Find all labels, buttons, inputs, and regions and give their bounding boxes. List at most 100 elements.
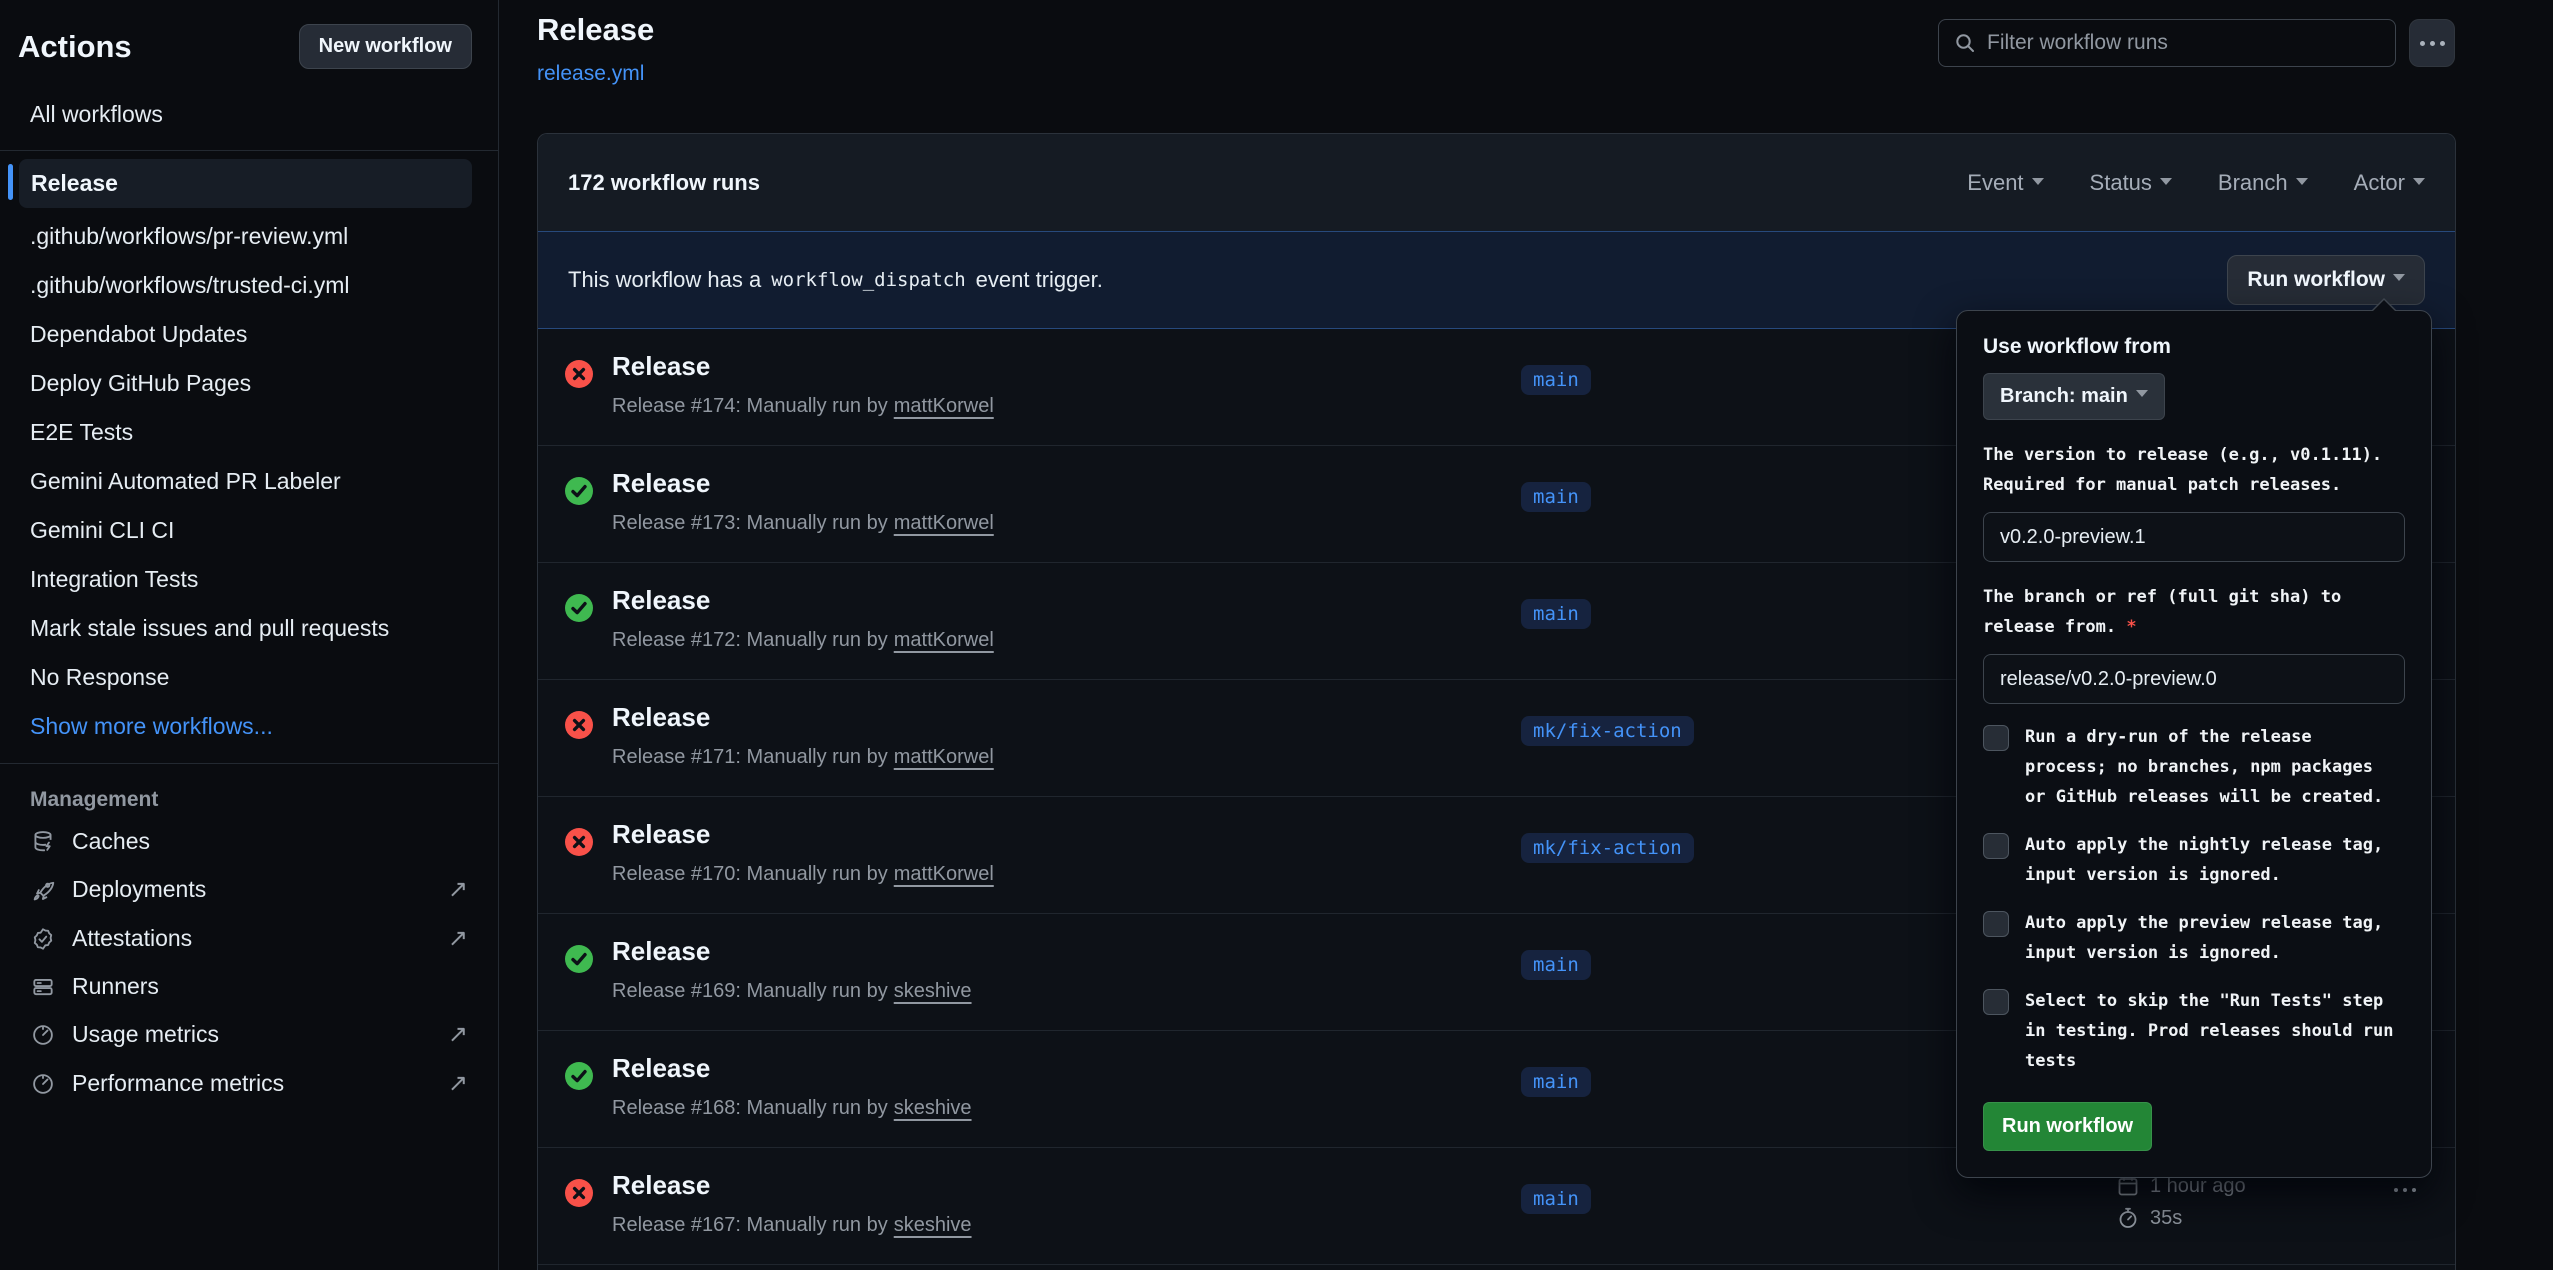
- skip-tests-checkbox[interactable]: [1983, 989, 2009, 1015]
- workflow-file-link[interactable]: release.yml: [537, 62, 644, 86]
- gauge-icon: [30, 1022, 56, 1048]
- chevron-down-icon: [2160, 178, 2172, 191]
- sidebar-item-performance-metrics[interactable]: Performance metrics ↗: [0, 1059, 498, 1108]
- kebab-icon: [2394, 1188, 2398, 1192]
- version-input-description: The version to release (e.g., v0.1.11). …: [1983, 440, 2405, 500]
- actor-link[interactable]: skeshive: [894, 980, 972, 1002]
- run-title-link[interactable]: Release: [612, 468, 710, 499]
- sidebar-item-label: Caches: [72, 828, 150, 855]
- external-link-icon: ↗: [448, 1020, 468, 1049]
- run-title-link[interactable]: Release: [612, 936, 710, 967]
- sidebar-item-label: Deployments: [72, 876, 206, 903]
- sidebar-item-workflow[interactable]: No Response: [0, 653, 498, 702]
- kebab-icon: [2412, 1188, 2416, 1192]
- status-icon: [565, 360, 593, 388]
- sidebar-item-workflow[interactable]: Deploy GitHub Pages: [0, 359, 498, 408]
- branch-badge[interactable]: main: [1521, 482, 1591, 512]
- runs-count: 172 workflow runs: [568, 170, 760, 196]
- ref-input[interactable]: [1983, 654, 2405, 704]
- run-description: Release #167: Manually run byskeshive: [612, 1214, 972, 1237]
- status-icon: [565, 828, 593, 856]
- sidebar-item-workflow[interactable]: .github/workflows/trusted-ci.yml: [0, 261, 498, 310]
- branch-badge[interactable]: mk/fix-action: [1521, 833, 1694, 863]
- run-title-link[interactable]: Release: [612, 819, 710, 850]
- run-description: Release #172: Manually run bymattKorwel: [612, 629, 994, 652]
- sidebar-item-workflow[interactable]: Dependabot Updates: [0, 310, 498, 359]
- skip-tests-checkbox-label: Select to skip the "Run Tests" step in t…: [2025, 986, 2399, 1076]
- verified-icon: [30, 926, 56, 952]
- server-icon: [30, 974, 56, 1000]
- run-workflow-submit-button[interactable]: Run workflow: [1983, 1102, 2152, 1151]
- actor-link[interactable]: skeshive: [894, 1214, 972, 1236]
- dry-run-checkbox-label: Run a dry-run of the release process; no…: [2025, 722, 2399, 812]
- branch-badge[interactable]: main: [1521, 365, 1591, 395]
- sidebar-item-deployments[interactable]: Deployments ↗: [0, 865, 498, 914]
- branch-badge[interactable]: main: [1521, 1067, 1591, 1097]
- status-icon: [565, 477, 593, 505]
- run-title-link[interactable]: Release: [612, 585, 710, 616]
- actions-sidebar: Actions New workflow All workflows Relea…: [0, 0, 499, 1270]
- chevron-down-icon: [2296, 178, 2308, 191]
- actor-link[interactable]: skeshive: [894, 1097, 972, 1119]
- actor-link[interactable]: mattKorwel: [894, 863, 994, 885]
- kebab-icon: [2403, 1188, 2407, 1192]
- dry-run-checkbox[interactable]: [1983, 725, 2009, 751]
- branch-badge[interactable]: mk/fix-action: [1521, 716, 1694, 746]
- sidebar-item-workflow[interactable]: Gemini Automated PR Labeler: [0, 457, 498, 506]
- banner-text: This workflow has a: [568, 267, 761, 293]
- page-title: Release: [537, 12, 654, 48]
- run-title-link[interactable]: Release: [612, 351, 710, 382]
- external-link-icon: ↗: [448, 875, 468, 904]
- branch-filter-dropdown[interactable]: Branch: [2218, 170, 2308, 196]
- actor-link[interactable]: mattKorwel: [894, 512, 994, 534]
- status-filter-dropdown[interactable]: Status: [2090, 170, 2172, 196]
- filter-workflow-runs-input-wrap: [1938, 19, 2396, 67]
- run-description: Release #173: Manually run bymattKorwel: [612, 512, 994, 535]
- actor-link[interactable]: mattKorwel: [894, 746, 994, 768]
- sidebar-item-release-selected[interactable]: Release: [19, 159, 472, 208]
- sidebar-item-workflow[interactable]: Gemini CLI CI: [0, 506, 498, 555]
- workflow-options-kebab-button[interactable]: [2409, 19, 2455, 67]
- actor-link[interactable]: mattKorwel: [894, 395, 994, 417]
- sidebar-divider: [0, 763, 498, 764]
- filter-workflow-runs-input[interactable]: [1987, 31, 2381, 55]
- sidebar-item-attestations[interactable]: Attestations ↗: [0, 914, 498, 963]
- sidebar-item-usage-metrics[interactable]: Usage metrics ↗: [0, 1010, 498, 1059]
- run-title-link[interactable]: Release: [612, 1053, 710, 1084]
- run-options-kebab-button[interactable]: [2394, 1188, 2416, 1192]
- sidebar-item-workflow[interactable]: Mark stale issues and pull requests: [0, 604, 498, 653]
- preview-tag-checkbox[interactable]: [1983, 911, 2009, 937]
- sidebar-item-workflow[interactable]: Integration Tests: [0, 555, 498, 604]
- sidebar-item-all-workflows[interactable]: All workflows: [0, 91, 498, 138]
- preview-tag-checkbox-label: Auto apply the preview release tag, inpu…: [2025, 908, 2399, 968]
- branch-badge[interactable]: main: [1521, 1184, 1591, 1214]
- database-icon: [30, 829, 56, 855]
- sidebar-item-workflow[interactable]: .github/workflows/pr-review.yml: [0, 212, 498, 261]
- new-workflow-button[interactable]: New workflow: [299, 24, 472, 69]
- run-description: Release #171: Manually run bymattKorwel: [612, 746, 994, 769]
- dialog-caret: [2372, 300, 2396, 312]
- branch-select-button[interactable]: Branch: main: [1983, 373, 2165, 420]
- show-more-workflows-link[interactable]: Show more workflows...: [0, 702, 498, 751]
- run-description: Release #170: Manually run bymattKorwel: [612, 863, 994, 886]
- chevron-down-icon: [2393, 274, 2405, 287]
- sidebar-item-caches[interactable]: Caches: [0, 818, 498, 865]
- workflow-list: .github/workflows/pr-review.yml .github/…: [0, 212, 498, 751]
- sidebar-item-runners[interactable]: Runners: [0, 963, 498, 1010]
- run-title-link[interactable]: Release: [612, 1170, 710, 1201]
- branch-badge[interactable]: main: [1521, 950, 1591, 980]
- sidebar-item-workflow[interactable]: E2E Tests: [0, 408, 498, 457]
- actor-link[interactable]: mattKorwel: [894, 629, 994, 651]
- management-section-label: Management: [0, 772, 498, 818]
- actor-filter-dropdown[interactable]: Actor: [2354, 170, 2425, 196]
- version-input[interactable]: [1983, 512, 2405, 562]
- sidebar-item-label: Performance metrics: [72, 1070, 284, 1097]
- run-description: Release #169: Manually run byskeshive: [612, 980, 972, 1003]
- run-title-link[interactable]: Release: [612, 702, 710, 733]
- branch-badge[interactable]: main: [1521, 599, 1591, 629]
- event-filter-dropdown[interactable]: Event: [1967, 170, 2043, 196]
- nightly-tag-checkbox[interactable]: [1983, 833, 2009, 859]
- kebab-icon: [2420, 41, 2425, 46]
- chevron-down-icon: [2032, 178, 2044, 191]
- external-link-icon: ↗: [448, 1069, 468, 1098]
